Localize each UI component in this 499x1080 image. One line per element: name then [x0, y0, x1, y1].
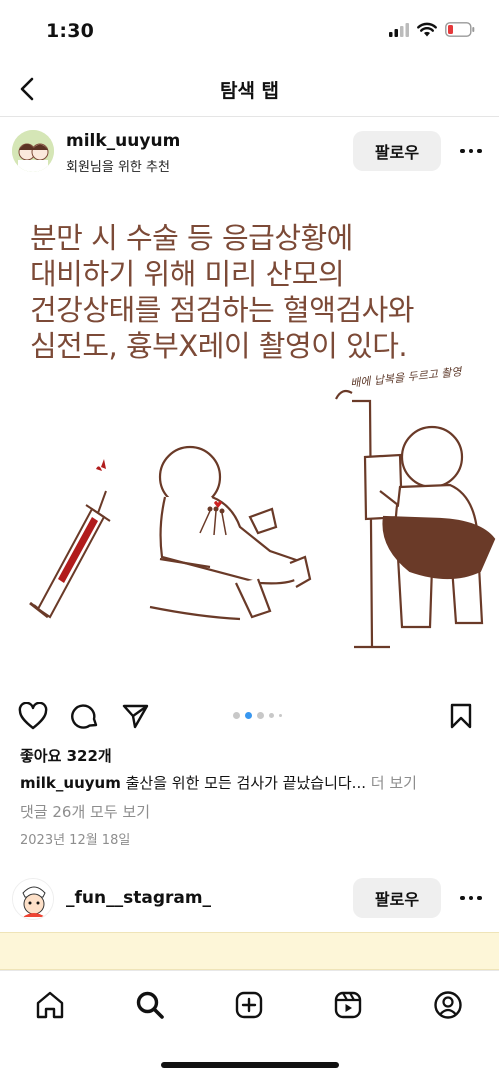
tab-create[interactable] [231, 987, 267, 1023]
follow-button[interactable]: 팔로우 [353, 878, 441, 918]
post-username[interactable]: milk_uuyum [66, 131, 180, 151]
save-button[interactable] [444, 699, 478, 733]
like-button[interactable] [16, 699, 50, 733]
syringe-icon [29, 490, 111, 619]
caption-more-link[interactable]: 더 보기 [366, 774, 417, 792]
carousel-dot [233, 712, 240, 719]
avatar[interactable] [12, 130, 54, 172]
post-username[interactable]: _fun__stagram_ [66, 888, 211, 908]
more-dot-icon [468, 148, 474, 154]
tab-reels[interactable] [330, 987, 366, 1023]
more-options-button[interactable] [456, 883, 486, 913]
more-dot-icon [477, 895, 482, 901]
status-time: 1:30 [46, 20, 95, 42]
status-bar: 1:30 [0, 0, 499, 62]
view-comments-link[interactable]: 댓글 26개 모두 보기 [20, 801, 150, 822]
carousel-dot [279, 714, 282, 717]
tab-home[interactable] [32, 987, 68, 1023]
home-indicator [161, 1062, 339, 1068]
nav-bar: 탐색 탭 [0, 62, 499, 116]
avatar-illustration [13, 879, 53, 919]
wifi-icon [417, 22, 437, 37]
reels-icon [334, 991, 362, 1019]
caption-username[interactable]: milk_uuyum [20, 774, 121, 792]
home-icon [36, 991, 64, 1019]
post-caption: milk_uuyum 출산을 위한 모든 검사가 끝났습니다... 더 보기 [20, 772, 417, 793]
patient-figure [149, 445, 312, 621]
caption-text: 출산을 위한 모든 검사가 끝났습니다... [120, 774, 366, 792]
likes-count[interactable]: 좋아요 322개 [20, 745, 112, 766]
carousel-dot [269, 713, 274, 718]
post-actions [0, 695, 499, 737]
post-date: 2023년 12월 18일 [20, 833, 131, 848]
tab-bar [0, 970, 499, 1040]
cellular-signal-icon [389, 22, 409, 37]
create-icon [235, 991, 263, 1019]
tab-search[interactable] [132, 987, 168, 1023]
more-dot-icon [460, 895, 465, 901]
comment-icon [71, 704, 98, 729]
share-button[interactable] [118, 699, 152, 733]
search-icon [136, 991, 164, 1019]
tab-profile[interactable] [430, 987, 466, 1023]
page-title: 탐색 탭 [219, 80, 280, 102]
carousel-indicator [233, 712, 282, 719]
follow-button[interactable]: 팔로우 [353, 131, 441, 171]
profile-icon [434, 991, 462, 1019]
next-post-image-preview[interactable] [0, 932, 499, 970]
post-subtext: 회원님을 위한 추천 [66, 160, 170, 175]
more-dot-icon [468, 895, 474, 901]
comment-button[interactable] [68, 699, 102, 733]
send-icon [122, 704, 149, 729]
carousel-dot-active [245, 712, 252, 719]
avatar-illustration [12, 130, 54, 172]
more-dot-icon [477, 148, 482, 154]
post-header: _fun__stagram_ 팔로우 [0, 866, 499, 932]
medical-illustration [29, 389, 496, 649]
post-header: milk_uuyum 회원님을 위한 추천 팔로우 [0, 117, 499, 187]
status-icons [389, 22, 475, 37]
heart-icon [18, 702, 48, 730]
carousel-dot [257, 712, 264, 719]
avatar[interactable] [12, 878, 54, 920]
bookmark-icon [450, 703, 472, 729]
more-dot-icon [460, 148, 465, 154]
post-image[interactable]: 분만 시 수술 등 응급상황에 대비하기 위해 미리 산모의 건강상태를 점검하… [0, 187, 499, 687]
more-options-button[interactable] [456, 136, 486, 166]
battery-icon [445, 22, 475, 37]
